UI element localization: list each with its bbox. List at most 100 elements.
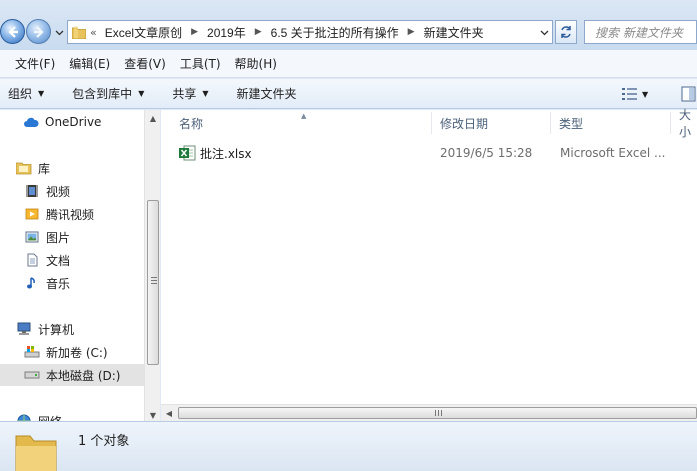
chevron-down-icon: ▼ (202, 89, 209, 98)
item-count: 1 个对象 (78, 434, 130, 449)
tencent-video-icon (24, 206, 40, 222)
grip-icon (435, 410, 442, 416)
excel-file-icon (179, 145, 196, 161)
new-folder-label: 新建文件夹 (236, 87, 297, 101)
system-drive-icon (24, 344, 40, 360)
nav-item-computer[interactable]: 计算机 (0, 318, 144, 340)
nav-item-library[interactable]: 库 (0, 157, 144, 179)
chevron-down-icon: ▼ (138, 89, 145, 98)
address-dropdown-button[interactable] (536, 21, 552, 43)
breadcrumb-2019[interactable]: 2019年 (207, 24, 246, 41)
menu-bar: 文件(F) 编辑(E) 查看(V) 工具(T) 帮助(H) (0, 50, 697, 78)
file-row[interactable]: 批注.xlsx 2019/6/5 15:28 Microsoft Excel .… (161, 142, 697, 164)
refresh-icon (561, 26, 571, 38)
scrollbar-thumb[interactable] (178, 407, 697, 419)
back-button[interactable] (0, 19, 25, 44)
include-in-library-button[interactable]: 包含到库中 ▼ (72, 85, 144, 102)
nav-item-drive-c[interactable]: 新加卷 (C:) (0, 341, 144, 363)
menu-file[interactable]: 文件(F) (8, 55, 62, 72)
breadcrumb-overflow-icon[interactable]: « (90, 26, 97, 39)
share-button[interactable]: 共享 ▼ (172, 85, 208, 102)
file-list: ▲ 名称 修改日期 类型 大小 批注.xlsx 2019/6/5 15:28 M… (161, 108, 697, 424)
column-header-label: 类型 (559, 116, 584, 131)
preview-pane-button[interactable] (681, 86, 697, 102)
nav-item-label: 本地磁盘 (D:) (46, 368, 121, 383)
column-header-type[interactable]: 类型 (559, 110, 583, 136)
nav-item-drive-d[interactable]: 本地磁盘 (D:) (0, 364, 144, 386)
file-name-cell[interactable]: 批注.xlsx (179, 142, 252, 164)
breadcrumb-separator-icon[interactable]: ▶ (255, 27, 262, 37)
column-header-label: 修改日期 (440, 116, 489, 131)
chevron-down-icon (540, 30, 548, 35)
arrow-left-icon (7, 25, 18, 38)
column-header-label: 名称 (179, 116, 204, 131)
menu-view[interactable]: 查看(V) (117, 55, 173, 72)
recent-pages-dropdown-icon[interactable] (55, 28, 64, 37)
nav-item-label: OneDrive (45, 115, 102, 129)
details-pane: 1 个对象 (0, 421, 697, 471)
nav-item-music[interactable]: 音乐 (0, 272, 144, 294)
column-divider[interactable] (670, 112, 671, 134)
breadcrumb-excel-originals[interactable]: Excel文章原创 (105, 24, 182, 41)
nav-item-videos[interactable]: 视频 (0, 180, 144, 202)
music-note-icon (24, 275, 40, 291)
nav-item-label: 腾讯视频 (46, 207, 95, 222)
change-view-button[interactable]: ▼ (622, 86, 652, 102)
forward-button[interactable] (26, 19, 51, 44)
include-in-library-label: 包含到库中 (72, 87, 133, 101)
address-toolbar: « Excel文章原创 ▶ 2019年 ▶ 6.5 关于批注的所有操作 ▶ 新建… (0, 0, 697, 50)
breadcrumb-separator-icon[interactable]: ▶ (408, 27, 415, 37)
nav-item-label: 视频 (46, 184, 71, 199)
breadcrumb-comments-ops[interactable]: 6.5 关于批注的所有操作 (271, 24, 399, 41)
scroll-up-icon[interactable]: ▲ (145, 110, 161, 126)
folder-icon (72, 26, 86, 39)
document-icon (24, 252, 40, 268)
scrollbar-thumb[interactable] (147, 200, 159, 365)
column-header-label: 大小 (679, 108, 692, 139)
nav-item-tencent-video[interactable]: 腾讯视频 (0, 203, 144, 225)
column-header-name[interactable]: 名称 (179, 110, 203, 136)
organize-label: 组织 (8, 87, 33, 101)
nav-item-documents[interactable]: 文档 (0, 249, 144, 271)
computer-icon (16, 321, 32, 337)
address-bar[interactable]: « Excel文章原创 ▶ 2019年 ▶ 6.5 关于批注的所有操作 ▶ 新建… (67, 20, 553, 44)
breadcrumb-separator-icon[interactable]: ▶ (191, 27, 198, 37)
share-label: 共享 (172, 87, 197, 101)
navigation-scrollbar[interactable]: ▲ ▼ (144, 110, 160, 424)
arrow-right-icon (33, 25, 44, 38)
menu-help[interactable]: 帮助(H) (228, 55, 284, 72)
nav-item-label: 图片 (46, 230, 71, 245)
nav-item-label: 新加卷 (C:) (46, 345, 108, 360)
navigation-pane: OneDrive 库 视频 腾讯视频 图片 文档 音乐 计算机 新加卷 (C:)… (0, 110, 144, 424)
scroll-left-icon[interactable]: ◀ (161, 405, 177, 422)
chevron-down-icon: ▼ (38, 89, 45, 98)
cloud-icon (23, 114, 39, 130)
search-input[interactable]: 搜索 新建文件夹 (584, 20, 697, 44)
nav-item-label: 计算机 (38, 322, 75, 337)
folder-icon (15, 435, 57, 471)
chevron-down-icon: ▼ (642, 89, 649, 99)
menu-tools[interactable]: 工具(T) (173, 55, 228, 72)
column-header-modified[interactable]: 修改日期 (440, 110, 488, 136)
hard-drive-icon (24, 367, 40, 383)
horizontal-scrollbar[interactable]: ◀ (161, 404, 697, 421)
details-view-icon (622, 88, 637, 100)
grip-icon (151, 277, 157, 284)
new-folder-button[interactable]: 新建文件夹 (237, 85, 297, 102)
library-icon (16, 160, 32, 176)
sort-ascending-icon: ▲ (301, 112, 307, 120)
nav-item-label: 库 (38, 161, 51, 176)
organize-button[interactable]: 组织 ▼ (8, 85, 44, 102)
menu-edit[interactable]: 编辑(E) (62, 55, 117, 72)
refresh-button[interactable] (555, 20, 577, 44)
column-divider[interactable] (431, 112, 432, 134)
preview-pane-icon (681, 86, 696, 102)
file-name: 批注.xlsx (200, 146, 252, 161)
breadcrumb-new-folder[interactable]: 新建文件夹 (424, 24, 484, 41)
nav-item-onedrive[interactable]: OneDrive (0, 111, 144, 133)
nav-item-pictures[interactable]: 图片 (0, 226, 144, 248)
nav-item-label: 文档 (46, 253, 71, 268)
column-divider[interactable] (550, 112, 551, 134)
column-header-size[interactable]: 大小 (679, 108, 697, 139)
picture-icon (24, 229, 40, 245)
